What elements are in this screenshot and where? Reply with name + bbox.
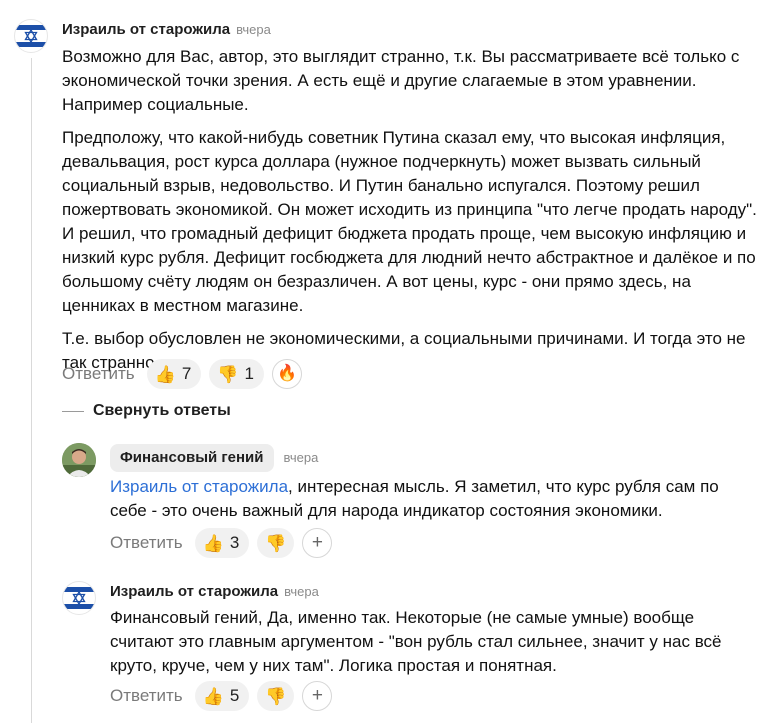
thumbs-up-icon: 👍 (154, 364, 176, 384)
avatar[interactable] (14, 19, 48, 53)
main-comment: Израиль от старожила вчера Возможно для В… (0, 0, 783, 400)
like-count: 3 (229, 533, 240, 552)
comment-time: вчера (284, 584, 319, 599)
thumbs-down-icon: 👎 (265, 533, 287, 553)
comment-time: вчера (283, 450, 319, 465)
plus-icon: + (311, 532, 324, 553)
avatar[interactable] (62, 581, 96, 615)
comment-actions: Ответить 👍 5 👎 + (110, 681, 333, 711)
comment-paragraph: Предположу, что какой-нибудь советник Пу… (62, 128, 757, 315)
comment-author: Финансовый гений (120, 449, 264, 466)
collapse-replies-button[interactable]: Свернуть ответы (62, 402, 231, 420)
comment-author[interactable]: Израиль от старожила (110, 583, 278, 600)
dislike-button[interactable]: 👎 (257, 528, 295, 558)
like-count: 7 (181, 364, 192, 383)
comment-body: Возможно для Вас, автор, это выглядит ст… (62, 45, 767, 384)
thumbs-down-icon: 👎 (217, 364, 239, 384)
reply-button[interactable]: Ответить (110, 533, 183, 553)
plus-icon: + (311, 685, 324, 706)
comment-author-chip[interactable]: Финансовый гений (110, 444, 274, 472)
comment-author[interactable]: Израиль от старожила (62, 21, 230, 38)
like-button[interactable]: 👍 3 (194, 528, 250, 558)
dislike-button[interactable]: 👎 1 (209, 359, 264, 389)
comment-body: Финансовый гений, Да, именно так. Некото… (110, 606, 735, 678)
thumbs-up-icon: 👍 (202, 533, 224, 553)
collapse-label: Свернуть ответы (93, 402, 231, 419)
star-of-david-icon (24, 29, 38, 43)
avatar[interactable] (62, 443, 96, 477)
reply-comment: Израиль от старожила вчера Финансовый ген… (0, 578, 783, 718)
person-photo-icon (62, 443, 96, 477)
comment-body: Израиль от старожила, интересная мысль. … (110, 475, 735, 523)
add-reaction-button[interactable]: + (302, 681, 333, 711)
thumbs-down-icon: 👎 (265, 686, 287, 706)
comment-actions: Ответить 👍 3 👎 + (110, 528, 333, 558)
reply-button[interactable]: Ответить (62, 364, 135, 384)
mention-link[interactable]: Израиль от старожила (110, 477, 288, 496)
comment-paragraph: Возможно для Вас, автор, это выглядит ст… (62, 47, 740, 114)
comment-text: Финансовый гений, Да, именно так. Некото… (110, 608, 722, 675)
comment-time: вчера (236, 22, 271, 37)
like-button[interactable]: 👍 7 (146, 359, 202, 389)
star-of-david-icon (72, 591, 86, 605)
comment-actions: Ответить 👍 7 👎 1 🔥 (62, 359, 302, 389)
reaction-button[interactable]: 🔥 (271, 359, 302, 389)
add-reaction-button[interactable]: + (302, 528, 333, 558)
fire-reaction-icon: 🔥 (276, 365, 297, 382)
divider (62, 410, 84, 412)
dislike-button[interactable]: 👎 (257, 681, 295, 711)
like-button[interactable]: 👍 5 (194, 681, 250, 711)
reply-button[interactable]: Ответить (110, 686, 183, 706)
like-count: 5 (229, 686, 240, 705)
reply-comment: Финансовый гений вчера Израиль от старож… (0, 440, 783, 560)
dislike-count: 1 (244, 364, 254, 383)
thumbs-up-icon: 👍 (202, 686, 224, 706)
